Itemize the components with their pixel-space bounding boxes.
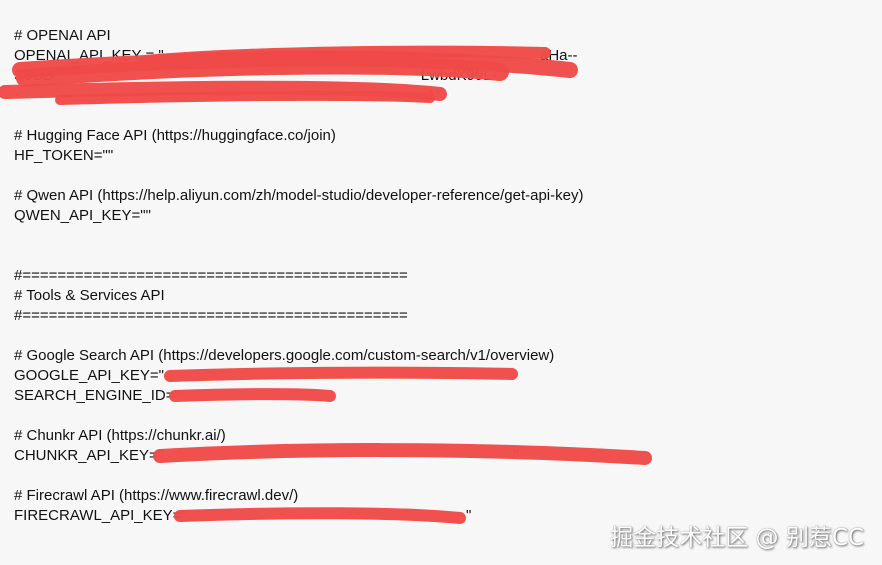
comment-huggingface: # Hugging Face API (https://huggingface.… — [14, 127, 336, 144]
hf-token-line: HF_TOKEN="" — [14, 147, 114, 164]
chunkr-api-key-line: CHUNKR_API_KEY=" " — [14, 447, 519, 464]
openai-api-key-line: OPENAI_API_KEY = " aHa-- — [14, 46, 583, 66]
watermark: 掘金技术社区 @ 别惹CC — [610, 525, 864, 551]
comment-openai: # OPENAI API — [14, 27, 111, 44]
qwen-api-key-line: QWEN_API_KEY="" — [14, 207, 151, 224]
comment-tools-services: # Tools & Services API — [14, 287, 165, 304]
google-api-key-line: GOOGLE_API_KEY=" — [14, 367, 164, 384]
comment-google-search: # Google Search API (https://developers.… — [14, 347, 555, 364]
openai-key-continuation-1: S6UD LwbdK99L- — [14, 67, 497, 84]
search-engine-id-line: SEARCH_ENGINE_ID=" — [14, 387, 180, 404]
comment-qwen: # Qwen API (https://help.aliyun.com/zh/m… — [14, 187, 584, 204]
openai-key-tail: aHa-- — [540, 47, 578, 64]
separator-line: #=======================================… — [14, 267, 408, 284]
comment-firecrawl: # Firecrawl API (https://www.firecrawl.d… — [14, 487, 299, 504]
separator-line: #=======================================… — [14, 307, 408, 324]
env-file-text: # OPENAI API OPENAI_API_KEY = " aHa-- S6UD … — [14, 26, 583, 526]
openai-key-continuation-2: A" — [14, 87, 442, 104]
comment-chunkr: # Chunkr API (https://chunkr.ai/) — [14, 427, 226, 444]
openai-key-prefix: OPENAI_API_KEY = " — [14, 47, 164, 64]
firecrawl-api-key-line: FIRECRAWL_API_KEY=" " — [14, 507, 472, 524]
